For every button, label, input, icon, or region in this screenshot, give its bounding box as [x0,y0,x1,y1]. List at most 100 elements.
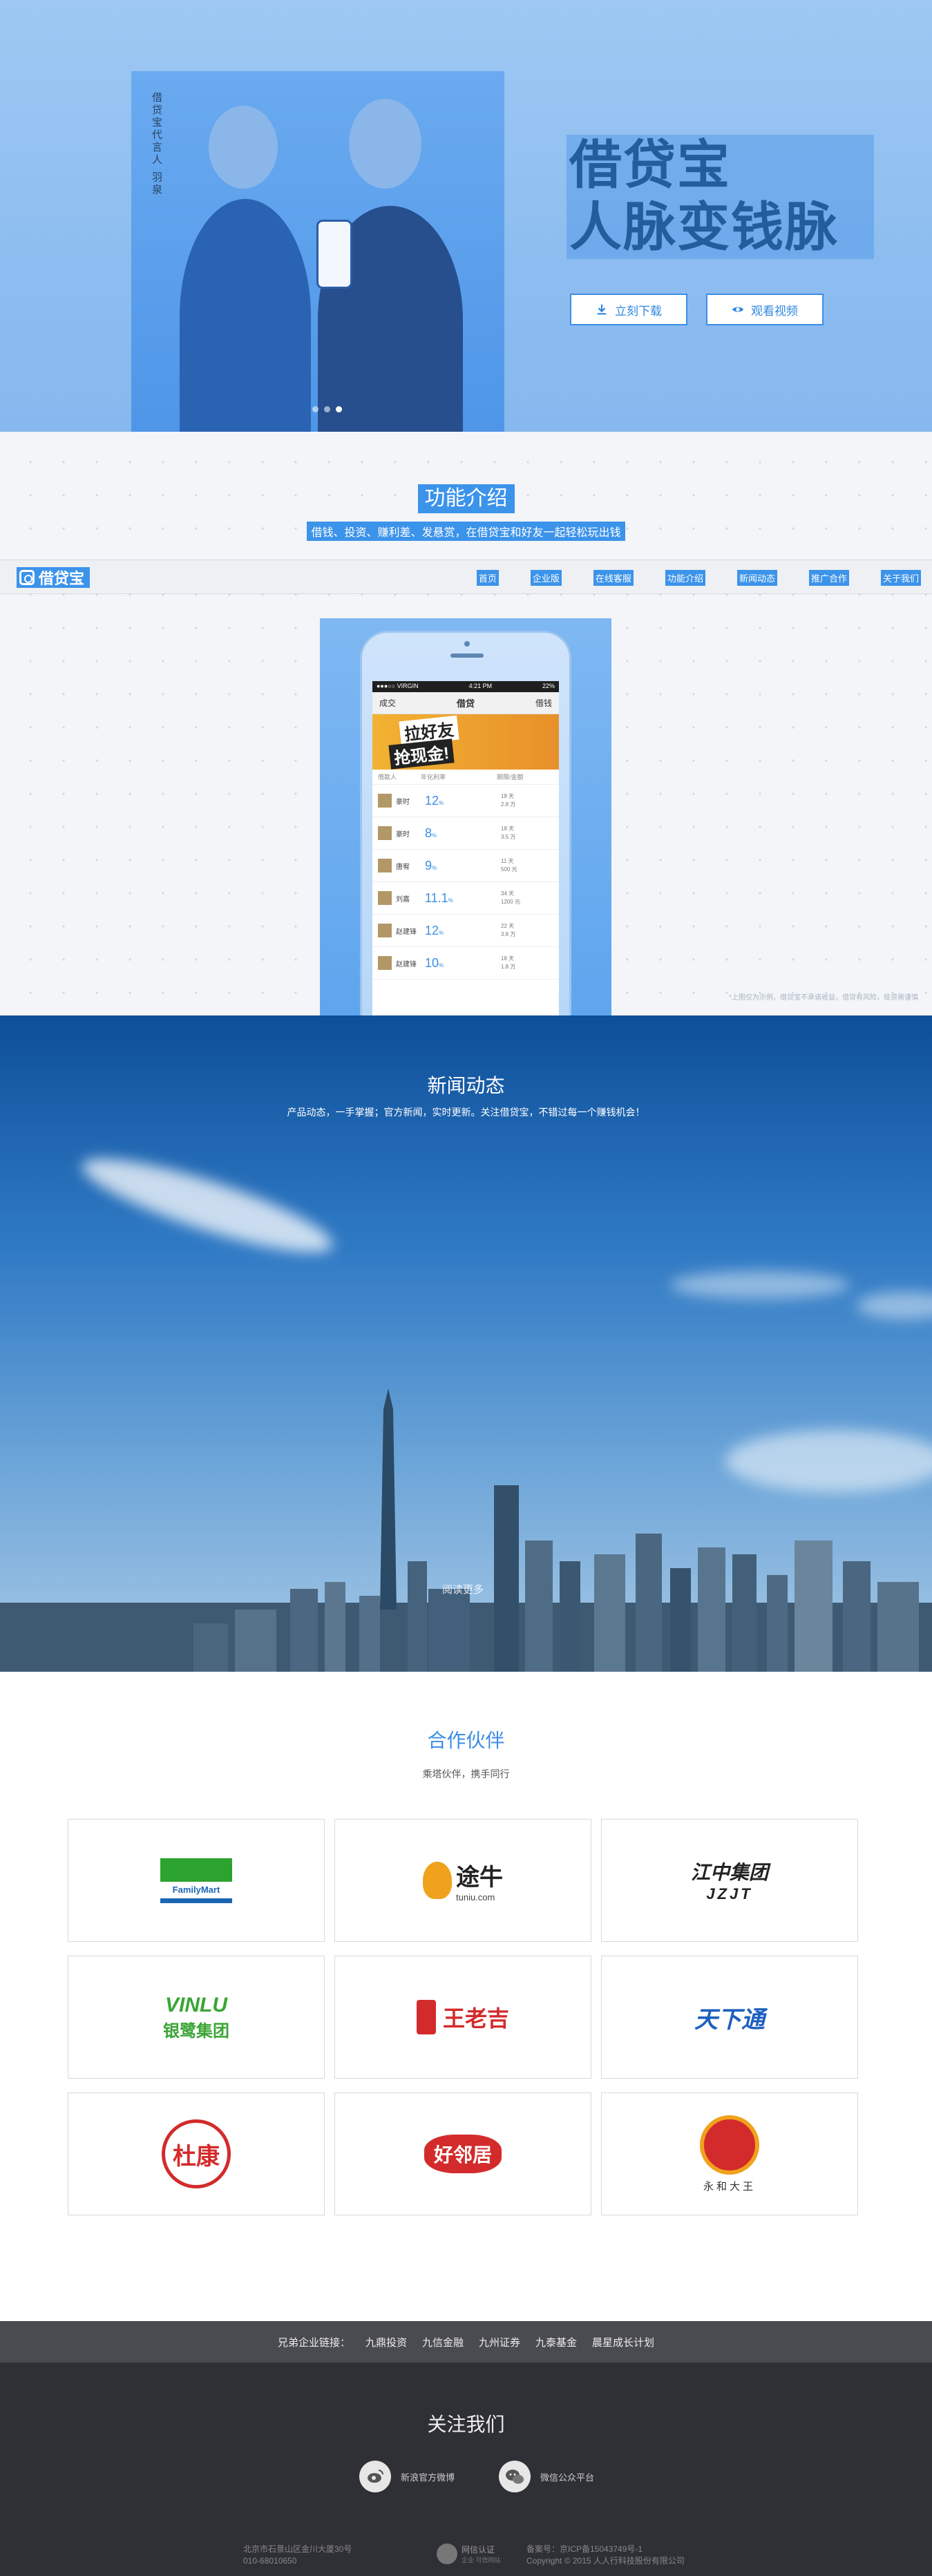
certification-icon [437,2544,457,2564]
interest-rate: 9% [425,858,437,872]
loan-table-header: 借款人 年化利率 期限/金额 [372,770,559,785]
friend-link-chenxing[interactable]: 晨星成长计划 [592,2335,654,2349]
borrower-name: 唐宥 [396,863,410,871]
loan-row[interactable]: 赵建锋 12% 22 天 3.8 万 [372,915,559,947]
news-subtitle: 产品动态，一手掌握；官方新闻，实时更新。关注借贷宝，不错过每一个赚钱机会！ [287,1107,645,1118]
partners-section: 合作伙伴 乘塔伙伴，携手同行 FamilyMart 途牛 tuniu.com 江中… [0,1672,932,2321]
partners-title: 合作伙伴 [427,1730,505,1751]
app-preview: ●●●○○ VIRGIN 4:21 PM 22% 成交 借贷 借钱 拉好友 抢现金!… [320,618,611,1015]
dukang-seal-icon: 杜康 [162,2119,231,2188]
friend-links-bar: 兄弟企业链接： 九鼎投资 九信金融 九州证券 九泰基金 晨星成长计划 [0,2321,932,2363]
loan-row[interactable]: 刘嘉 11.1% 34 天 1200 元 [372,882,559,915]
download-button[interactable]: 立刻下载 [570,294,687,325]
watch-video-button[interactable]: 观看视频 [706,294,824,325]
borrower-name: 豪时 [396,830,410,839]
wanglaoji-can-icon [416,2000,436,2034]
phone-frame: ●●●○○ VIRGIN 4:21 PM 22% 成交 借贷 借钱 拉好友 抢现金!… [360,631,571,1015]
nav-news[interactable]: 新闻动态 [736,570,777,586]
partner-dukang[interactable]: 杜康 [68,2092,325,2215]
interest-rate: 10% [425,955,444,970]
loan-term: 22 天 3.8 万 [501,923,516,937]
features-section: 功能介绍 借钱、投资、赚利差、发悬赏，在借贷宝和好友一起轻松玩出钱 借贷宝 首页… [0,432,932,1015]
wechat-link[interactable]: 微信公众平台 [499,2461,594,2492]
main-nav: 借贷宝 首页 企业版 在线客服 功能介绍 新闻动态 推广合作 关于我们 [0,560,932,594]
company-address: 北京市石景山区金川大厦30号 010-68010650 [243,2544,352,2566]
nav-logo[interactable]: 借贷宝 [17,567,91,588]
borrower-name: 赵建锋 [396,960,417,969]
interest-rate: 11.1% [425,890,453,905]
interest-rate: 8% [425,826,437,840]
app-header-left[interactable]: 成交 [379,697,396,709]
avatar [378,956,392,970]
partner-wanglaoji[interactable]: 王老吉 [334,1956,591,2079]
partner-tuniu[interactable]: 途牛 tuniu.com [334,1819,591,1942]
partner-jzjt[interactable]: 江中集团 JZJT [601,1819,858,1942]
disclaimer: *上图仅为示例，借贷宝不承诺收益，借贷有风险，投资需谨慎 [729,994,918,1002]
loan-row[interactable]: 唐宥 9% 11 天 500 元 [372,850,559,882]
partner-yonghe[interactable]: 永和大王 [601,2092,858,2215]
avatar [378,891,392,905]
app-header-right[interactable]: 借钱 [535,697,552,709]
nav-features[interactable]: 功能介绍 [665,570,705,586]
trust-badge[interactable]: 网信认证 企业 可信网站 [437,2544,501,2564]
app-banner[interactable]: 拉好友 抢现金! [372,714,559,770]
partners-subtitle: 乘塔伙伴，携手同行 [422,1768,510,1780]
partner-yinlu[interactable]: VINLU 银鹭集团 [68,1956,325,2079]
read-more-link[interactable]: 阅读更多 [442,1582,484,1596]
avatar [378,826,392,840]
friend-link-jiutai[interactable]: 九泰基金 [535,2335,577,2349]
follow-us-title: 关注我们 [427,2414,505,2435]
loan-row[interactable]: 赵建锋 10% 18 天 1.8 万 [372,947,559,980]
borrower-name: 豪时 [396,798,410,806]
tuniu-mascot-icon [423,1862,452,1899]
loan-term: 18 天 3.5 万 [501,826,516,840]
avatar [378,924,392,937]
hero-title: 借贷宝 人脉变钱脉 [567,135,874,259]
loan-term: 18 天 1.8 万 [501,955,516,970]
app-screen: ●●●○○ VIRGIN 4:21 PM 22% 成交 借贷 借钱 拉好友 抢现金!… [372,681,559,1015]
weibo-icon [359,2461,391,2492]
loan-row[interactable]: 豪时 8% 18 天 3.5 万 [372,817,559,850]
news-section: 新闻动态 产品动态，一手掌握；官方新闻，实时更新。关注借贷宝，不错过每一个赚钱机… [0,1015,932,1672]
interest-rate: 12% [425,793,444,808]
partner-familymart[interactable]: FamilyMart [68,1819,325,1942]
friend-link-jiuxin[interactable]: 九信金融 [422,2335,464,2349]
footer: 关注我们 新浪官方微博 微信公众平台 北京市石景山区金川大厦30号 010-68… [0,2363,932,2576]
features-title: 功能介绍 [0,484,932,513]
friend-link-jiuding[interactable]: 九鼎投资 [365,2335,407,2349]
friend-link-jiuzhou[interactable]: 九州证券 [479,2335,520,2349]
loan-term: 34 天 1200 元 [501,890,521,905]
carousel-dots[interactable] [312,406,342,412]
avatar [378,794,392,808]
nav-partners[interactable]: 推广合作 [808,570,849,586]
download-icon [597,304,607,315]
wechat-icon [499,2461,531,2492]
news-title: 新闻动态 [427,1075,505,1096]
status-bar: ●●●○○ VIRGIN 4:21 PM 22% [372,681,559,692]
hero-phone-icon [316,220,352,289]
nav-support[interactable]: 在线客服 [593,570,634,586]
nav-home[interactable]: 首页 [476,570,499,586]
features-subtitle: 借钱、投资、赚利差、发悬赏，在借贷宝和好友一起轻松玩出钱 [0,522,932,541]
weibo-link[interactable]: 新浪官方微博 [359,2461,455,2492]
loan-term: 11 天 500 元 [501,858,517,872]
logo-icon [19,570,35,585]
interest-rate: 12% [425,923,444,937]
nav-enterprise[interactable]: 企业版 [530,570,562,586]
partner-tianxiatong[interactable]: 天下通 [601,1956,858,2079]
nav-about[interactable]: 关于我们 [880,570,921,586]
hero-section: 借贷宝代言人 羽泉 借贷宝 人脉变钱脉 立刻下载 观看视频 [0,0,932,432]
city-skyline-image [0,1389,932,1672]
yonghe-logo-icon [700,2115,759,2175]
loan-term: 18 天 2.8 万 [501,793,516,808]
eye-icon [732,307,744,312]
borrower-name: 刘嘉 [396,895,410,904]
partner-haoliju[interactable]: 好邻居 [334,2092,591,2215]
borrower-name: 赵建锋 [396,928,417,936]
app-header: 成交 借贷 借钱 [372,692,559,714]
icp-info: 备案号：京ICP备15043749号-1 Copyright © 2015 人人… [526,2544,685,2566]
avatar [378,859,392,872]
hero-spokesperson-photo: 借贷宝代言人 羽泉 [131,71,504,432]
loan-row[interactable]: 豪时 12% 18 天 2.8 万 [372,785,559,817]
app-header-title: 借贷 [456,698,475,709]
